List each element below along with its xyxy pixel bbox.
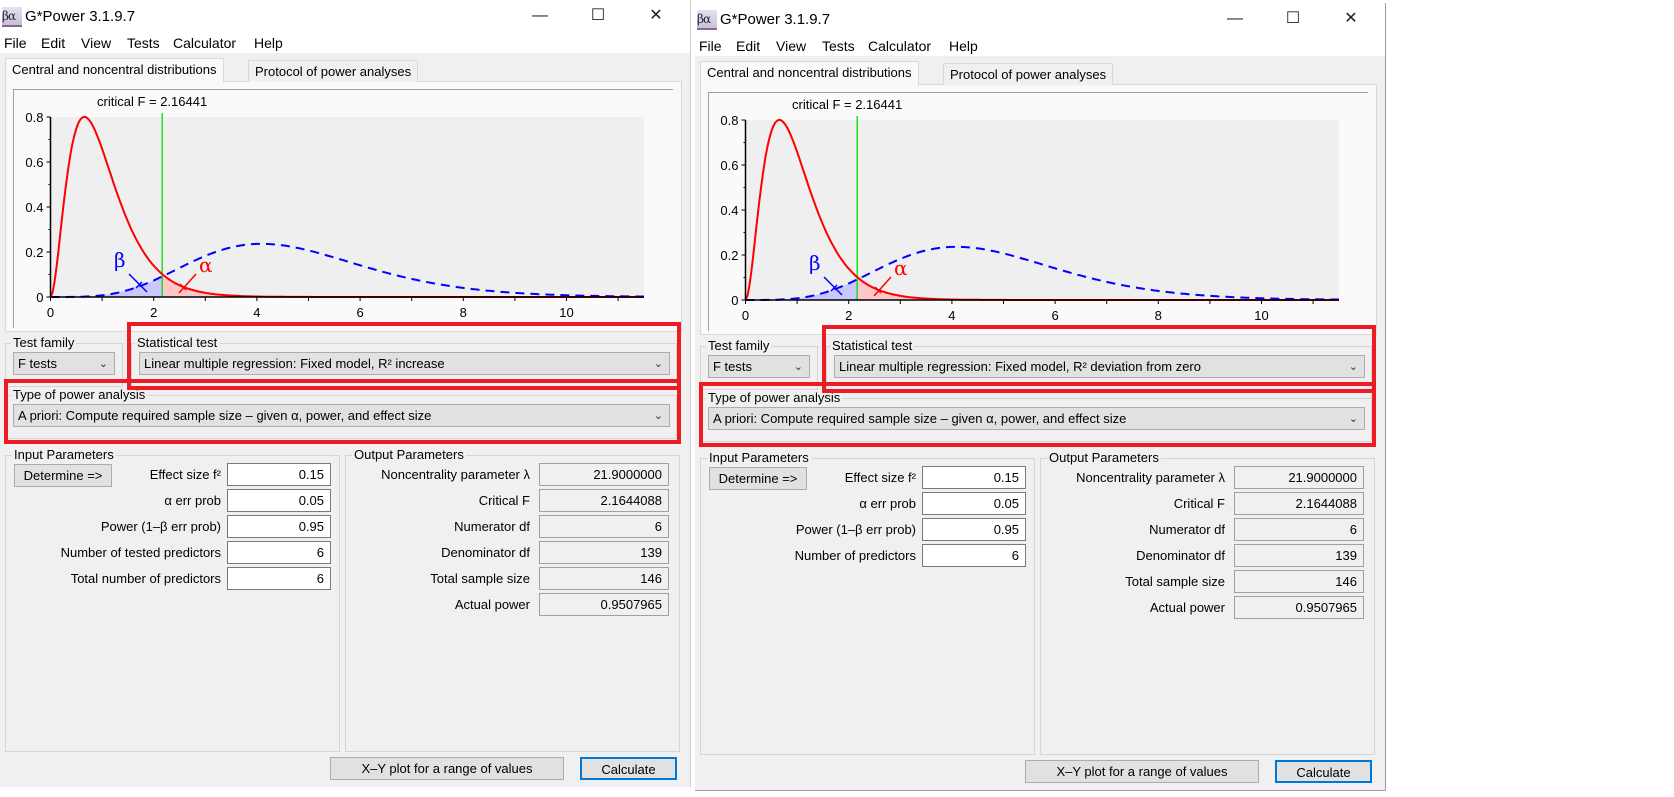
x-tick-label: 6 bbox=[356, 305, 363, 320]
output-label: Actual power bbox=[454, 597, 530, 612]
y-tick-label: 0.8 bbox=[720, 113, 738, 128]
y-tick-label: 0.6 bbox=[720, 158, 738, 173]
output-value: 139 bbox=[539, 541, 669, 564]
input-label: α err prob bbox=[164, 493, 221, 508]
output-value: 0.9507965 bbox=[1234, 596, 1364, 619]
x-tick-label: 2 bbox=[150, 305, 157, 320]
input-label: Number of tested predictors bbox=[60, 545, 221, 560]
y-tick-label: 0.8 bbox=[25, 110, 43, 125]
input-field[interactable]: 0.15 bbox=[922, 466, 1026, 489]
beta-label: β bbox=[114, 248, 126, 272]
input-label: Total number of predictors bbox=[70, 571, 221, 586]
plot-background bbox=[745, 120, 1339, 300]
y-tick-label: 0.6 bbox=[25, 155, 43, 170]
input-field[interactable]: 0.05 bbox=[227, 489, 331, 512]
output-value: 6 bbox=[1234, 518, 1364, 541]
test-family-label: Test family bbox=[706, 338, 772, 353]
input-label: Power (1–β err prob) bbox=[100, 519, 221, 534]
output-value: 6 bbox=[539, 515, 669, 538]
output-value: 2.1644088 bbox=[539, 489, 669, 512]
gpower-window: βα G*Power 3.1.9.7— ☐ ✕ File Edit View Tests Cal… bbox=[0, 0, 691, 787]
output-value: 139 bbox=[1234, 544, 1364, 567]
input-field[interactable]: 0.95 bbox=[227, 515, 331, 538]
input-field[interactable]: 0.15 bbox=[227, 463, 331, 486]
output-label: Actual power bbox=[1149, 600, 1225, 615]
input-parameters-label: Input Parameters bbox=[12, 447, 116, 462]
y-tick-label: 0.2 bbox=[25, 245, 43, 260]
x-tick-label: 8 bbox=[1155, 308, 1162, 323]
x-tick-label: 0 bbox=[742, 308, 749, 323]
calculate-button[interactable]: Calculate bbox=[1275, 760, 1372, 783]
xy-plot-button[interactable]: X–Y plot for a range of values bbox=[330, 757, 564, 780]
test-family-value: F tests bbox=[713, 359, 753, 374]
distribution-chart: 0 2 4 6 8 10 0 0.2 0.4 0.6 0.8 β α bbox=[720, 113, 1339, 323]
test-family-label: Test family bbox=[11, 335, 77, 350]
input-label: Effect size f² bbox=[844, 470, 916, 485]
critical-f-label: critical F = 2.16441 bbox=[97, 94, 208, 109]
test-family-value: F tests bbox=[18, 356, 58, 371]
input-label: Effect size f² bbox=[149, 467, 221, 482]
output-value: 21.9000000 bbox=[1234, 466, 1364, 489]
highlight-box-power-analysis bbox=[4, 379, 681, 444]
y-tick-label: 0 bbox=[731, 293, 738, 308]
x-tick-label: 10 bbox=[559, 305, 573, 320]
x-tick-label: 0 bbox=[47, 305, 54, 320]
y-tick-label: 0.2 bbox=[720, 248, 738, 263]
input-parameters-label: Input Parameters bbox=[707, 450, 811, 465]
input-field[interactable]: 6 bbox=[227, 567, 331, 590]
output-value: 2.1644088 bbox=[1234, 492, 1364, 515]
alpha-label: α bbox=[894, 256, 908, 280]
output-label: Denominator df bbox=[441, 545, 530, 560]
plot-background bbox=[50, 117, 644, 297]
x-tick-label: 6 bbox=[1051, 308, 1058, 323]
gpower-window: βα G*Power 3.1.9.7— ☐ ✕ File Edit View Tests Cal… bbox=[695, 3, 1386, 791]
input-field[interactable]: 6 bbox=[227, 541, 331, 564]
chevron-down-icon: ⌄ bbox=[793, 361, 803, 373]
output-value: 0.9507965 bbox=[539, 593, 669, 616]
distribution-chart: 0 2 4 6 8 10 0 0.2 0.4 0.6 0.8 β α bbox=[25, 110, 644, 320]
output-label: Total sample size bbox=[1125, 574, 1225, 589]
chevron-down-icon: ⌄ bbox=[98, 358, 108, 370]
x-tick-label: 8 bbox=[460, 305, 467, 320]
input-field[interactable]: 0.05 bbox=[922, 492, 1026, 515]
calculate-button[interactable]: Calculate bbox=[580, 757, 677, 780]
critical-f-label: critical F = 2.16441 bbox=[792, 97, 903, 112]
input-field[interactable]: 0.95 bbox=[922, 518, 1026, 541]
y-tick-label: 0.4 bbox=[25, 200, 43, 215]
alpha-label: α bbox=[199, 253, 213, 277]
xy-plot-button[interactable]: X–Y plot for a range of values bbox=[1025, 760, 1259, 783]
output-label: Critical F bbox=[1173, 496, 1225, 511]
output-label: Noncentrality parameter λ bbox=[381, 467, 530, 482]
output-value: 146 bbox=[1234, 570, 1364, 593]
output-value: 146 bbox=[539, 567, 669, 590]
output-label: Critical F bbox=[478, 493, 530, 508]
x-tick-label: 4 bbox=[948, 308, 955, 323]
output-parameters-label: Output Parameters bbox=[1047, 450, 1161, 465]
beta-label: β bbox=[809, 251, 821, 275]
x-tick-label: 4 bbox=[253, 305, 260, 320]
output-label: Numerator df bbox=[1149, 522, 1225, 537]
highlight-box-power-analysis bbox=[699, 382, 1376, 447]
input-label: Power (1–β err prob) bbox=[795, 522, 916, 537]
input-field[interactable]: 6 bbox=[922, 544, 1026, 567]
output-label: Denominator df bbox=[1136, 548, 1225, 563]
output-label: Total sample size bbox=[430, 571, 530, 586]
output-value: 21.9000000 bbox=[539, 463, 669, 486]
test-family-select[interactable]: F tests ⌄ bbox=[708, 355, 810, 378]
input-label: Number of predictors bbox=[794, 548, 916, 563]
x-tick-label: 2 bbox=[845, 308, 852, 323]
output-label: Numerator df bbox=[454, 519, 530, 534]
input-label: α err prob bbox=[859, 496, 916, 511]
x-tick-label: 10 bbox=[1254, 308, 1268, 323]
output-label: Noncentrality parameter λ bbox=[1076, 470, 1225, 485]
y-tick-label: 0 bbox=[36, 290, 43, 305]
output-parameters-label: Output Parameters bbox=[352, 447, 466, 462]
test-family-select[interactable]: F tests ⌄ bbox=[13, 352, 115, 375]
y-tick-label: 0.4 bbox=[720, 203, 738, 218]
